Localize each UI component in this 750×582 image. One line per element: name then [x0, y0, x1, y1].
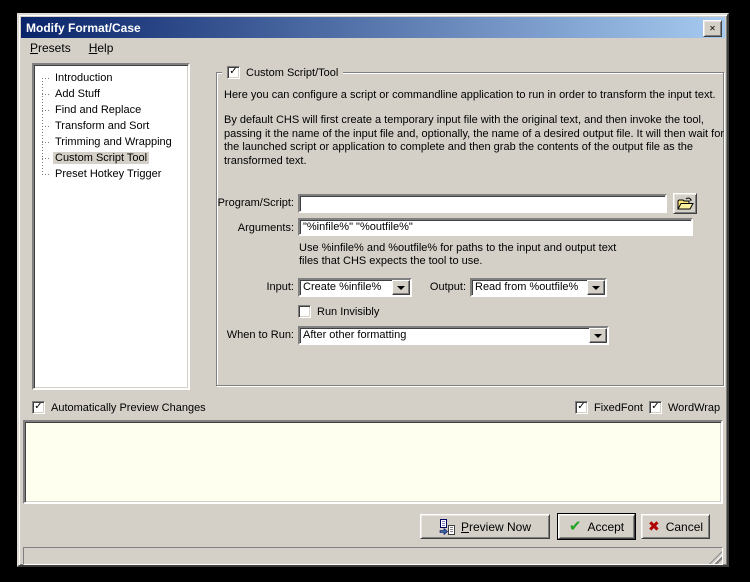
- when-to-run-label: When to Run:: [226, 329, 294, 341]
- resize-grip[interactable]: [709, 551, 722, 564]
- auto-preview-label[interactable]: Automatically Preview Changes: [51, 402, 206, 414]
- run-invisibly-row: Run Invisibly: [298, 305, 379, 318]
- input-mode-value: Create %infile%: [303, 281, 382, 293]
- preview-now-label: Preview Now: [460, 519, 532, 534]
- check-icon: ✓: [577, 401, 586, 412]
- when-chevron-down-icon[interactable]: [589, 328, 607, 343]
- fixedfont-row: ✓ FixedFont: [575, 401, 643, 414]
- preview-pages-icon: [439, 518, 455, 535]
- custom-script-label[interactable]: Custom Script/Tool: [246, 67, 338, 79]
- infile-note-line1: Use %infile% and %outfile% for paths to …: [299, 242, 617, 254]
- check-icon: ✓: [229, 66, 238, 77]
- window-title: Modify Format/Case: [26, 20, 141, 35]
- folder-open-icon: [676, 197, 694, 209]
- close-icon: ✕: [709, 24, 716, 33]
- sidebar-item-custom-script-tool[interactable]: Custom Script Tool: [34, 150, 188, 166]
- sidebar-item-trimming-wrapping[interactable]: Trimming and Wrapping: [34, 134, 188, 150]
- sidebar-item-transform-sort[interactable]: Transform and Sort: [34, 118, 188, 134]
- wordwrap-checkbox[interactable]: ✓: [649, 401, 662, 414]
- program-script-input[interactable]: [298, 194, 667, 213]
- sidebar-item-add-stuff[interactable]: Add Stuff: [34, 86, 188, 102]
- output-mode-value: Read from %outfile%: [475, 281, 579, 293]
- custom-script-legend: ✓ Custom Script/Tool: [222, 65, 344, 80]
- browse-button[interactable]: [673, 193, 697, 214]
- preview-textbox[interactable]: [23, 420, 723, 504]
- when-to-run-value: After other formatting: [303, 329, 407, 341]
- check-icon: ✓: [651, 401, 660, 412]
- run-invisibly-checkbox[interactable]: [298, 305, 311, 318]
- window-titlebar[interactable]: Modify Format/Case ✕: [21, 17, 725, 38]
- check-icon: ✓: [34, 401, 43, 412]
- input-label: Input:: [266, 281, 294, 293]
- arguments-label: Arguments:: [237, 222, 294, 234]
- fixedfont-label[interactable]: FixedFont: [594, 402, 643, 414]
- description-paragraph-2: By default CHS will first create a tempo…: [224, 114, 724, 167]
- input-chevron-down-icon[interactable]: [392, 280, 410, 295]
- menu-help[interactable]: Help: [87, 40, 116, 56]
- fixedfont-checkbox[interactable]: ✓: [575, 401, 588, 414]
- output-label: Output:: [429, 281, 466, 293]
- program-script-label: Program/Script:: [217, 197, 294, 209]
- auto-preview-checkbox[interactable]: ✓: [32, 401, 45, 414]
- menu-presets[interactable]: Presets: [28, 40, 73, 56]
- run-invisibly-label[interactable]: Run Invisibly: [317, 306, 379, 318]
- dialog-window: Modify Format/Case ✕ Presets Help Introd…: [17, 13, 729, 567]
- input-mode-select[interactable]: Create %infile%: [298, 278, 412, 297]
- sidebar-item-preset-hotkey[interactable]: Preset Hotkey Trigger: [34, 166, 188, 182]
- custom-script-checkbox[interactable]: ✓: [227, 66, 240, 79]
- auto-preview-row: ✓ Automatically Preview Changes: [32, 401, 206, 414]
- output-mode-select[interactable]: Read from %outfile%: [470, 278, 607, 297]
- description-paragraph-1: Here you can configure a script or comma…: [224, 89, 716, 101]
- sidebar-item-find-replace[interactable]: Find and Replace: [34, 102, 188, 118]
- screen: { "window": { "title": "Modify Format/Ca…: [0, 0, 750, 582]
- cancel-label: Cancel: [665, 519, 704, 534]
- output-chevron-down-icon[interactable]: [587, 280, 605, 295]
- accept-label: Accept: [587, 519, 625, 534]
- close-button[interactable]: ✕: [703, 20, 722, 37]
- infile-note-line2: files that CHS expects the tool to use.: [299, 255, 483, 267]
- wordwrap-label[interactable]: WordWrap: [668, 402, 720, 414]
- arguments-input[interactable]: [298, 218, 693, 236]
- preview-now-button[interactable]: Preview Now: [420, 514, 550, 539]
- section-tree: Introduction Add Stuff Find and Replace …: [32, 63, 190, 390]
- status-bar: [23, 547, 723, 565]
- sidebar-item-introduction[interactable]: Introduction: [34, 70, 188, 86]
- cancel-x-icon: ✖: [647, 518, 660, 535]
- menu-bar: Presets Help: [21, 39, 115, 57]
- accept-button[interactable]: ✔ Accept: [557, 513, 636, 540]
- accept-check-icon: ✔: [568, 517, 582, 535]
- wordwrap-row: ✓ WordWrap: [649, 401, 720, 414]
- cancel-button[interactable]: ✖ Cancel: [641, 514, 710, 539]
- when-to-run-select[interactable]: After other formatting: [298, 326, 609, 345]
